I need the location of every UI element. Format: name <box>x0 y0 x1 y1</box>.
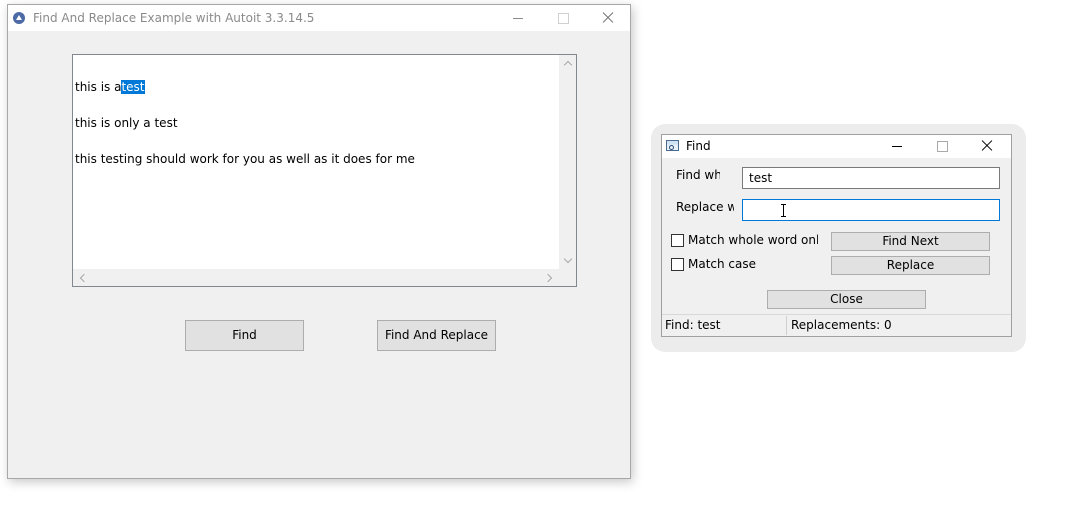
main-window-title: Find And Replace Example with Autoit 3.3… <box>33 11 315 25</box>
edit-line-text: this is a <box>75 80 122 94</box>
selected-text: test <box>121 80 145 94</box>
find-dialog: Find Find what: test Replace with: Match… <box>661 134 1012 337</box>
match-whole-word-checkbox[interactable]: Match whole word only <box>671 232 818 248</box>
text-edit-area[interactable]: this is atest this is only a test this t… <box>72 54 577 287</box>
checkbox-box[interactable] <box>671 234 684 247</box>
dialog-titlebar[interactable]: Find <box>662 135 1011 158</box>
dialog-close-icon[interactable] <box>964 135 1009 158</box>
dialog-maximize-button[interactable] <box>919 135 964 158</box>
minimize-button[interactable] <box>495 5 540 31</box>
match-whole-word-label: Match whole word only <box>688 233 818 247</box>
status-bar: Find: test Replacements: 0 <box>662 314 1011 336</box>
edit-line-text: this is only a test <box>75 116 178 130</box>
maximize-button[interactable] <box>540 5 585 31</box>
vertical-scrollbar[interactable] <box>559 55 576 269</box>
status-replacements-text: Replacements: 0 <box>791 318 892 332</box>
status-divider <box>786 316 787 335</box>
find-dialog-icon <box>666 140 679 151</box>
edit-content: this is atest this is only a test this t… <box>75 57 415 189</box>
match-case-label: Match case <box>688 257 757 271</box>
scroll-down-icon[interactable] <box>563 254 573 264</box>
scrollbar-corner <box>559 269 576 286</box>
close-window-button[interactable] <box>585 5 630 31</box>
scroll-left-icon[interactable] <box>79 273 89 283</box>
find-and-replace-button[interactable]: Find And Replace <box>377 320 496 351</box>
scroll-right-icon[interactable] <box>543 273 553 283</box>
autoit-icon <box>13 12 25 24</box>
close-button[interactable]: Close <box>767 290 926 309</box>
edit-line: this is only a test <box>75 117 415 129</box>
replace-with-input[interactable] <box>742 199 1000 221</box>
main-titlebar[interactable]: Find And Replace Example with Autoit 3.3… <box>8 5 630 31</box>
edit-line-text: this testing should work for you as well… <box>75 152 415 166</box>
dialog-minimize-button[interactable] <box>874 135 919 158</box>
text-cursor-icon <box>781 204 786 217</box>
horizontal-scrollbar[interactable] <box>73 269 559 286</box>
checkbox-box[interactable] <box>671 258 684 271</box>
find-next-button[interactable]: Find Next <box>831 232 990 251</box>
main-window: Find And Replace Example with Autoit 3.3… <box>7 4 631 479</box>
find-what-label: Find what: <box>676 169 720 182</box>
edit-line: this testing should work for you as well… <box>75 153 415 165</box>
find-what-input[interactable]: test <box>742 167 1000 189</box>
find-button[interactable]: Find <box>185 320 304 351</box>
match-case-checkbox[interactable]: Match case <box>671 256 818 272</box>
dialog-title: Find <box>686 139 711 153</box>
replace-button[interactable]: Replace <box>831 256 990 275</box>
status-find-text: Find: test <box>665 318 721 332</box>
replace-with-label: Replace with: <box>676 201 734 214</box>
scroll-up-icon[interactable] <box>563 60 573 70</box>
edit-line: this is atest <box>75 80 415 94</box>
